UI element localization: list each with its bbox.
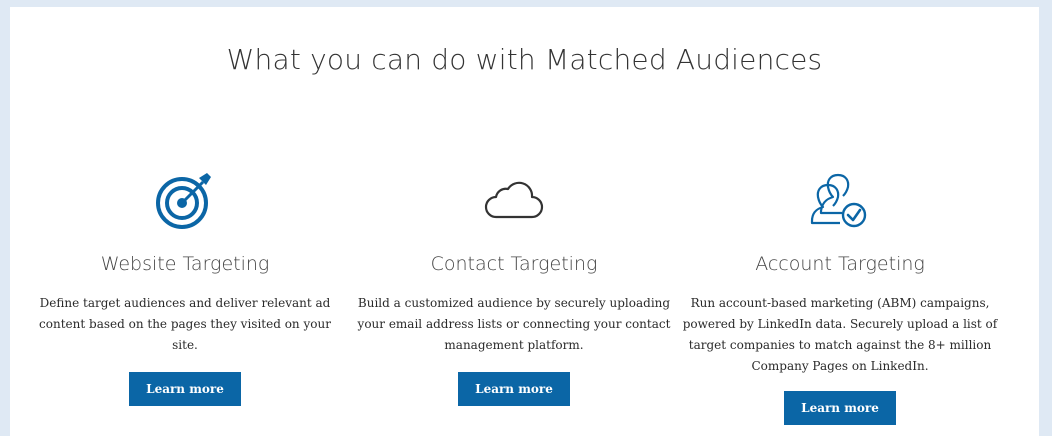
account-targeting-card: Account Targeting Run account-based mark…: [675, 167, 1005, 425]
contact-targeting-learn-more-button[interactable]: Learn more: [458, 372, 570, 406]
card-title: Account Targeting: [755, 253, 925, 275]
website-targeting-card: Website Targeting Define target audience…: [20, 167, 350, 406]
card-title: Website Targeting: [100, 253, 270, 275]
website-targeting-learn-more-button[interactable]: Learn more: [129, 372, 241, 406]
card-title: Contact Targeting: [430, 253, 598, 275]
contact-targeting-card: Contact Targeting Build a customized aud…: [349, 167, 679, 406]
page-heading: What you can do with Matched Audiences: [226, 43, 823, 76]
card-description: Run account-based marketing (ABM) campai…: [682, 296, 998, 373]
account-people-check-icon: [810, 173, 867, 228]
account-targeting-learn-more-button[interactable]: Learn more: [784, 391, 896, 425]
content-panel: What you can do with Matched Audiences W…: [10, 7, 1039, 436]
card-description: Build a customized audience by securely …: [357, 296, 671, 352]
card-description: Define target audiences and deliver rele…: [39, 296, 331, 352]
cloud-icon: [484, 181, 544, 219]
target-icon: [156, 173, 211, 229]
